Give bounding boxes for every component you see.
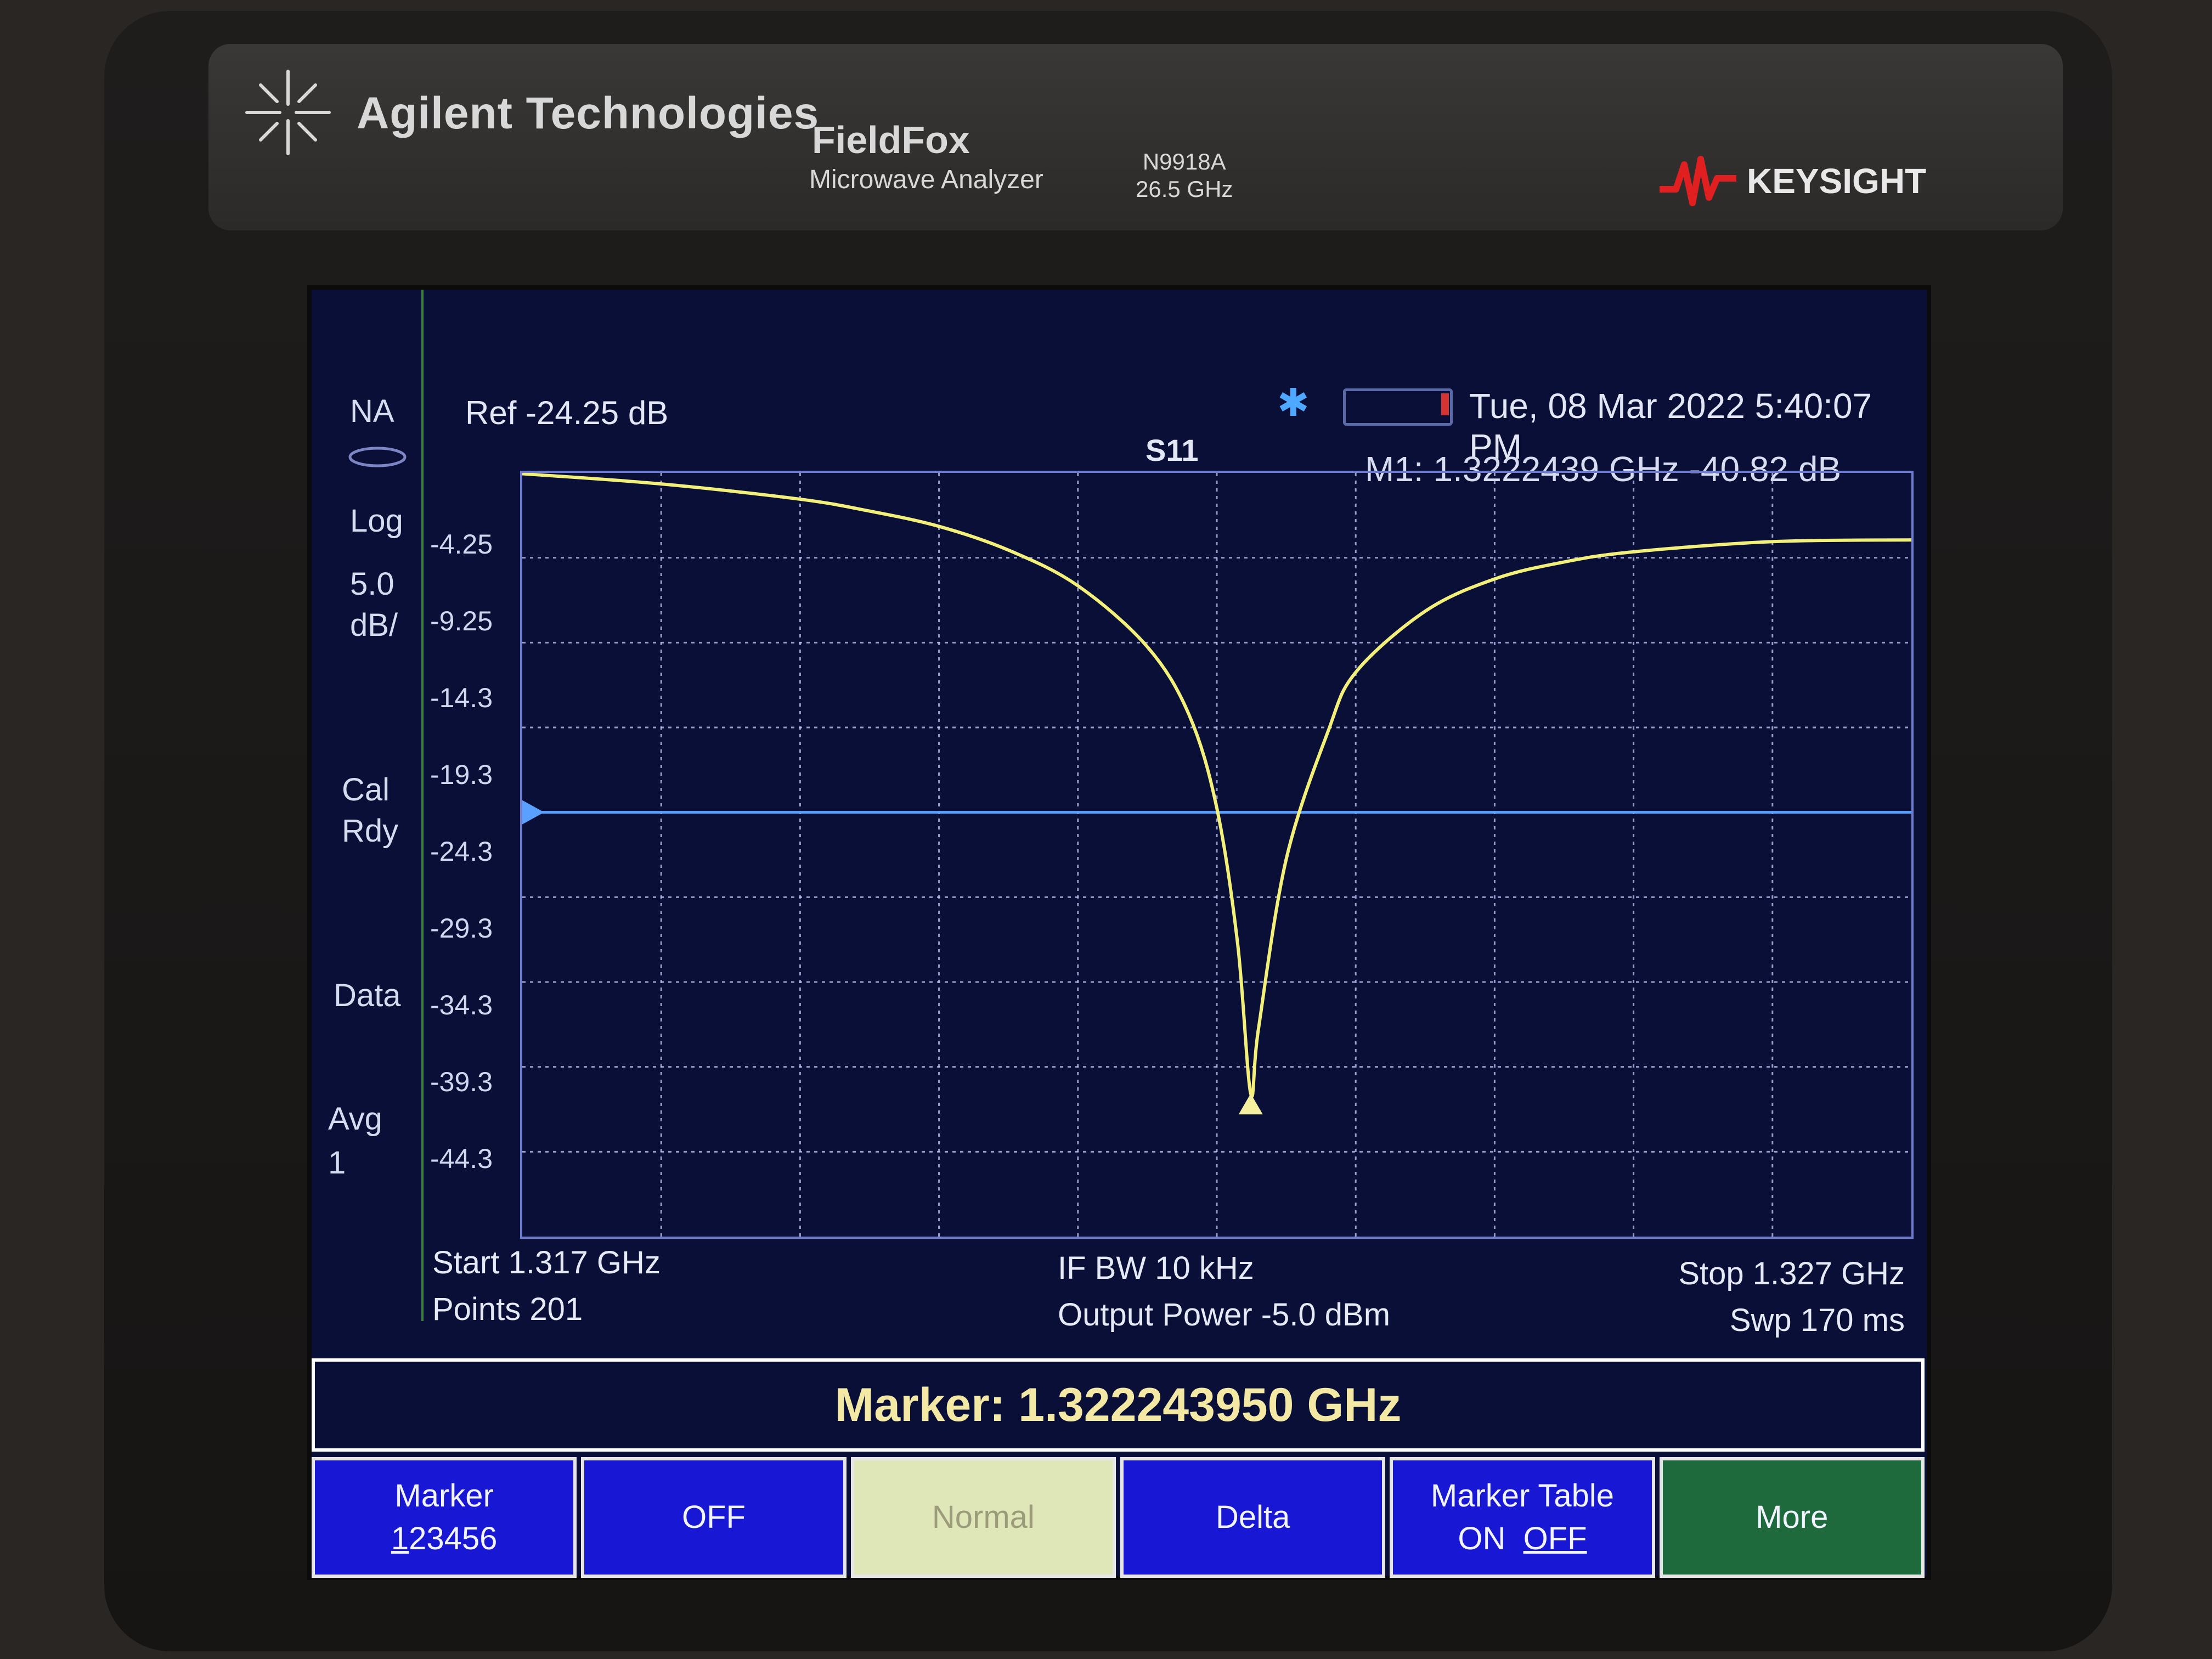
reference-level: Ref -24.25 dB bbox=[465, 394, 669, 431]
measurement-icon bbox=[348, 447, 407, 467]
marker-selected-number: 1 bbox=[391, 1521, 409, 1556]
off-label: OFF bbox=[682, 1499, 746, 1535]
s11-chart bbox=[522, 472, 1912, 1237]
avg-value: 1 bbox=[328, 1145, 346, 1181]
agilent-brand: Agilent Technologies bbox=[357, 88, 820, 138]
cal-state: Rdy bbox=[342, 813, 399, 849]
marker-table-title: Marker Table bbox=[1430, 1478, 1615, 1514]
normal-label: Normal bbox=[932, 1499, 1035, 1535]
marker-frequency-value: Marker: 1.322243950 GHz bbox=[834, 1378, 1402, 1431]
y-tick: -14.3 bbox=[430, 682, 493, 713]
scale-value: 5.0 bbox=[350, 566, 394, 602]
table-off-option: OFF bbox=[1523, 1521, 1587, 1556]
if-bandwidth: IF BW 10 kHz bbox=[1058, 1250, 1254, 1286]
scale-unit: dB/ bbox=[350, 607, 398, 643]
data-label: Data bbox=[334, 978, 401, 1013]
reference-level-pointer bbox=[522, 800, 544, 825]
bluetooth-icon: ✱ bbox=[1277, 381, 1310, 424]
points-count: Points 201 bbox=[432, 1291, 583, 1327]
keysight-brand: KEYSIGHT bbox=[1747, 161, 1927, 201]
marker-table-button[interactable]: Marker Table ON OFF bbox=[1390, 1457, 1655, 1578]
marker-table-state: ON OFF bbox=[1458, 1517, 1587, 1560]
table-on-option: ON bbox=[1458, 1521, 1506, 1556]
product-name: FieldFox bbox=[812, 119, 970, 161]
format-label: Log bbox=[350, 503, 403, 539]
y-tick: -19.3 bbox=[430, 759, 493, 790]
marker-button-title: Marker bbox=[394, 1478, 494, 1514]
sweep-time: Swp 170 ms bbox=[1729, 1302, 1905, 1338]
agilent-spark-logo bbox=[245, 70, 331, 155]
model-number: N9918A bbox=[1142, 149, 1226, 174]
y-tick: -34.3 bbox=[430, 990, 493, 1020]
marker-other-numbers: 23456 bbox=[409, 1521, 498, 1556]
product-subtitle: Microwave Analyzer bbox=[809, 165, 1043, 194]
y-tick: -29.3 bbox=[430, 913, 493, 944]
delta-label: Delta bbox=[1215, 1499, 1290, 1535]
marker-select-button[interactable]: Marker 123456 bbox=[312, 1457, 577, 1578]
y-tick: -39.3 bbox=[430, 1066, 493, 1097]
softkey-row: Marker 123456 OFF Normal Delta Marker Ta… bbox=[312, 1457, 1925, 1578]
marker-off-button[interactable]: OFF bbox=[581, 1457, 847, 1578]
avg-label: Avg bbox=[328, 1101, 382, 1137]
model-frequency: 26.5 GHz bbox=[1136, 176, 1233, 202]
y-tick: -24.3 bbox=[430, 836, 493, 867]
marker-1-triangle bbox=[1238, 1093, 1263, 1115]
marker-normal-button[interactable]: Normal bbox=[850, 1457, 1116, 1578]
output-power: Output Power -5.0 dBm bbox=[1058, 1297, 1391, 1333]
keysight-wave-icon bbox=[1660, 156, 1736, 206]
keysight-logo: KEYSIGHT bbox=[1657, 148, 1926, 214]
start-frequency: Start 1.317 GHz bbox=[432, 1245, 661, 1280]
y-tick: -44.3 bbox=[430, 1143, 493, 1174]
more-label: More bbox=[1756, 1499, 1829, 1535]
model-label: N9918A 26.5 GHz bbox=[1136, 148, 1233, 203]
cal-label: Cal bbox=[342, 772, 390, 808]
marker-number-list: 123456 bbox=[391, 1517, 498, 1560]
grid-lines bbox=[522, 473, 1911, 1237]
marker-entry-bar[interactable]: Marker: 1.322243950 GHz bbox=[312, 1358, 1925, 1452]
stop-frequency: Stop 1.327 GHz bbox=[1678, 1256, 1905, 1291]
more-button[interactable]: More bbox=[1659, 1457, 1925, 1578]
battery-icon bbox=[1343, 388, 1453, 426]
marker-group bbox=[1238, 1093, 1263, 1115]
y-tick: -4.25 bbox=[430, 529, 493, 560]
mode-label: NA bbox=[350, 393, 394, 429]
marker-delta-button[interactable]: Delta bbox=[1120, 1457, 1386, 1578]
plot-area[interactable] bbox=[520, 471, 1914, 1239]
y-tick: -9.25 bbox=[430, 606, 493, 636]
analyzer-screen: NA Log 5.0 dB/ Cal Rdy Data Avg 1 Ref -2… bbox=[307, 285, 1931, 1580]
trace-name: S11 bbox=[1146, 433, 1199, 467]
